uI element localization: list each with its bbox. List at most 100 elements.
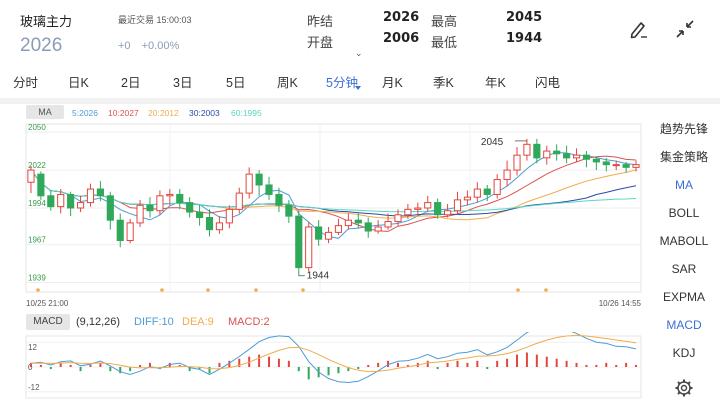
candle (176, 189, 184, 210)
tab-yearly[interactable]: 年K (485, 72, 506, 91)
tab-2day[interactable]: 2日 (121, 72, 140, 91)
candle (344, 213, 352, 230)
sidebar-item-sar[interactable]: SAR (648, 256, 720, 283)
tab-5min[interactable]: 5分钟 (326, 72, 358, 91)
instrument-name: 玻璃主力 (20, 14, 73, 29)
candle (146, 197, 154, 218)
session-marker (516, 288, 520, 292)
macd-chart[interactable]: 120-12 (0, 332, 648, 402)
candle (265, 176, 273, 200)
candle (503, 160, 511, 187)
candle (473, 182, 481, 203)
session-marker (254, 288, 258, 292)
prev-close-value: 2026 (383, 10, 420, 25)
tab-3day[interactable]: 3日 (173, 72, 192, 91)
quote-header: 玻璃主力 最近交易 15:00:03 2026 +0 +0.00% 昨结 202… (0, 0, 720, 62)
session-marker (160, 288, 164, 292)
sidebar-item-macd[interactable]: MACD (648, 312, 720, 339)
ma20-value: 20:2012 (148, 108, 179, 118)
sidebar-item-ma[interactable]: MA (648, 172, 720, 199)
low-value: 1944 (506, 31, 543, 46)
change-percent: +0.00% (141, 40, 180, 52)
candle (245, 167, 253, 199)
active-tab-caret-icon (355, 86, 361, 90)
price-annotation: 2045 (481, 137, 504, 148)
candle (315, 220, 323, 246)
sidebar-item-trend[interactable]: 趋势先锋 (648, 116, 720, 143)
session-marker (301, 288, 305, 292)
candle (285, 199, 293, 223)
ma-indicator-label[interactable]: MA (26, 105, 64, 119)
last-trade-time: 最近交易 15:00:03 (118, 15, 192, 25)
macd-indicator-label[interactable]: MACD (26, 314, 70, 330)
candle (513, 147, 521, 176)
macd-diff: DIFF:10 (134, 316, 174, 328)
pen-icon[interactable] (628, 18, 650, 40)
y-tick-label: 2050 (28, 123, 46, 132)
ma10-text: 10:2027 (108, 108, 139, 118)
price-change: +0 +0.00% (118, 40, 187, 52)
candle (126, 218, 134, 244)
macd-y-tick: 12 (28, 343, 37, 352)
tab-weekly[interactable]: 周K (277, 72, 298, 91)
candle (205, 209, 214, 237)
tab-flash[interactable]: 闪电 (535, 72, 560, 91)
open-value: 2006 (383, 31, 420, 46)
candle (553, 144, 561, 161)
collapse-arrows-icon[interactable] (674, 18, 696, 40)
x-end-label: 10/26 14:55 (599, 299, 642, 308)
candle (523, 138, 531, 161)
prev-close-label: 昨结 (307, 14, 334, 29)
tab-intraday[interactable]: 分时 (13, 72, 38, 91)
sidebar-item-kdj[interactable]: KDJ (648, 340, 720, 367)
tab-monthly[interactable]: 月K (382, 72, 403, 91)
indicator-sidebar: 趋势先锋 集金策略 MA BOLL MABOLL SAR EXPMA MACD … (648, 116, 720, 368)
ma60-line (30, 169, 637, 213)
candle (156, 190, 164, 215)
gear-icon[interactable] (674, 378, 694, 398)
tab-daily[interactable]: 日K (68, 72, 89, 91)
candle (572, 148, 581, 162)
y-tick-label: 1967 (28, 236, 46, 245)
candle (305, 221, 313, 272)
price-annotation: 1944 (307, 271, 330, 282)
last-price: 2026 (20, 35, 63, 56)
candle (67, 191, 75, 217)
ma5-value: 5:2026 (72, 108, 98, 118)
candle (166, 189, 174, 206)
candle (453, 191, 462, 214)
dea-line (30, 334, 637, 373)
sidebar-item-expma[interactable]: EXPMA (648, 284, 720, 311)
candle (295, 210, 303, 276)
macd-dea: DEA:9 (182, 316, 214, 328)
candle (424, 195, 432, 213)
ma20-text: 20:2012 (148, 108, 179, 118)
tab-5day[interactable]: 5日 (226, 72, 245, 91)
tab-quarterly[interactable]: 季K (433, 72, 454, 91)
candle (364, 217, 372, 238)
sidebar-item-maboll[interactable]: MABOLL (648, 228, 720, 255)
candle (324, 226, 333, 244)
diff-line (30, 332, 637, 384)
expand-quotes-chevron-icon[interactable]: ⌄ (355, 48, 363, 59)
x-start-label: 10/25 21:00 (26, 299, 69, 308)
ma60-text: 60:1995 (231, 108, 262, 118)
high-value: 2045 (506, 10, 543, 25)
sidebar-item-boll[interactable]: BOLL (648, 200, 720, 227)
low-label: 最低 (431, 35, 458, 50)
candle (563, 145, 571, 164)
macd-y-tick: -12 (28, 383, 40, 392)
y-tick-label: 1939 (28, 274, 46, 283)
y-tick-label: 1994 (28, 199, 46, 208)
high-label: 最高 (431, 14, 458, 29)
open-label: 开盘 (307, 35, 334, 50)
candle (37, 171, 45, 200)
candlestick-chart[interactable]: 205020221994196719392045194410/25 21:00 1… (0, 120, 648, 310)
candle (186, 197, 194, 218)
sidebar-item-strategy[interactable]: 集金策略 (648, 144, 720, 171)
ma30-value: 30:2003 (189, 108, 220, 118)
candle (374, 220, 382, 234)
macd-value: MACD:2 (228, 316, 270, 328)
macd-params: (9,12,26) (76, 316, 121, 328)
ma10-value: 10:2027 (108, 108, 139, 118)
